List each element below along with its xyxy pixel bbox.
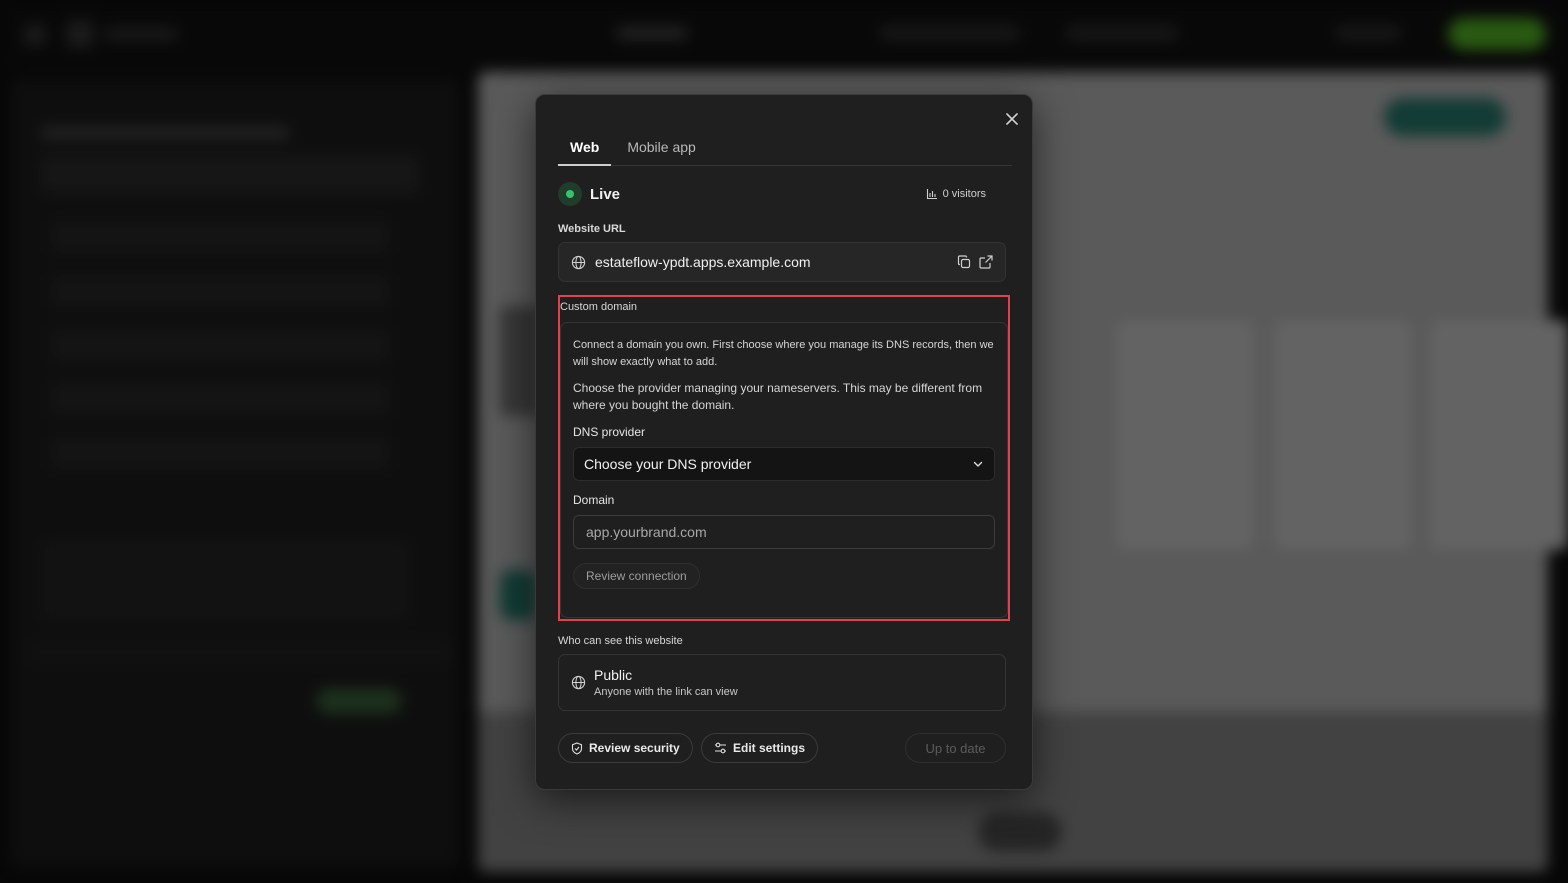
bar-chart-icon <box>926 189 937 200</box>
tab-bar: Web Mobile app <box>558 133 1012 166</box>
website-url-field: estateflow-ypdt.apps.example.com <box>558 242 1006 282</box>
copy-icon <box>957 255 971 269</box>
visitors-count[interactable]: 0 visitors <box>926 188 986 200</box>
visibility-title: Public <box>594 667 633 683</box>
domain-input[interactable] <box>573 515 995 549</box>
dns-provider-value: Choose your DNS provider <box>584 456 752 472</box>
up-to-date-button[interactable]: Up to date <box>905 733 1006 763</box>
custom-domain-intro: Connect a domain you own. First choose w… <box>573 339 994 368</box>
status-label: Live <box>590 185 621 203</box>
open-url-button[interactable] <box>979 255 993 269</box>
dns-provider-label: DNS provider <box>573 425 646 439</box>
visitors-label: 0 visitors <box>942 188 986 200</box>
visibility-subtitle: Anyone with the link can view <box>594 686 738 698</box>
live-dot <box>566 190 574 198</box>
status-row: Live 0 visitors <box>558 181 986 207</box>
shield-icon <box>571 741 583 755</box>
custom-domain-panel: Connect a domain you own. First choose w… <box>560 322 1008 618</box>
website-url-value[interactable]: estateflow-ypdt.apps.example.com <box>595 254 811 270</box>
sliders-icon <box>715 742 726 754</box>
domain-label: Domain <box>573 493 615 507</box>
close-button[interactable] <box>1002 109 1022 129</box>
tab-web[interactable]: Web <box>558 133 612 166</box>
review-connection-button[interactable]: Review connection <box>573 563 700 589</box>
website-url-label: Website URL <box>558 223 626 235</box>
copy-url-button[interactable] <box>957 255 971 269</box>
chevron-down-icon <box>973 461 983 467</box>
edit-settings-label: Edit settings <box>733 741 806 755</box>
dns-provider-select[interactable]: Choose your DNS provider <box>573 447 995 481</box>
visibility-option-public[interactable]: Public Anyone with the link can view <box>558 654 1006 711</box>
edit-settings-button[interactable]: Edit settings <box>701 733 819 763</box>
review-security-button[interactable]: Review security <box>558 733 693 763</box>
globe-icon <box>571 675 586 690</box>
globe-icon <box>571 255 586 269</box>
tab-mobile-app[interactable]: Mobile app <box>615 133 708 166</box>
external-link-icon <box>979 255 993 269</box>
custom-domain-label: Custom domain <box>560 301 638 313</box>
visibility-label: Who can see this website <box>558 635 683 647</box>
close-icon <box>1006 113 1018 125</box>
provider-hint: Choose the provider managing your namese… <box>573 381 983 412</box>
publish-modal: Web Mobile app Live 0 visitors Website U… <box>535 94 1033 790</box>
custom-domain-highlight: Custom domain Connect a domain you own. … <box>558 295 1010 621</box>
review-security-label: Review security <box>589 741 680 755</box>
live-status-indicator <box>558 182 582 206</box>
